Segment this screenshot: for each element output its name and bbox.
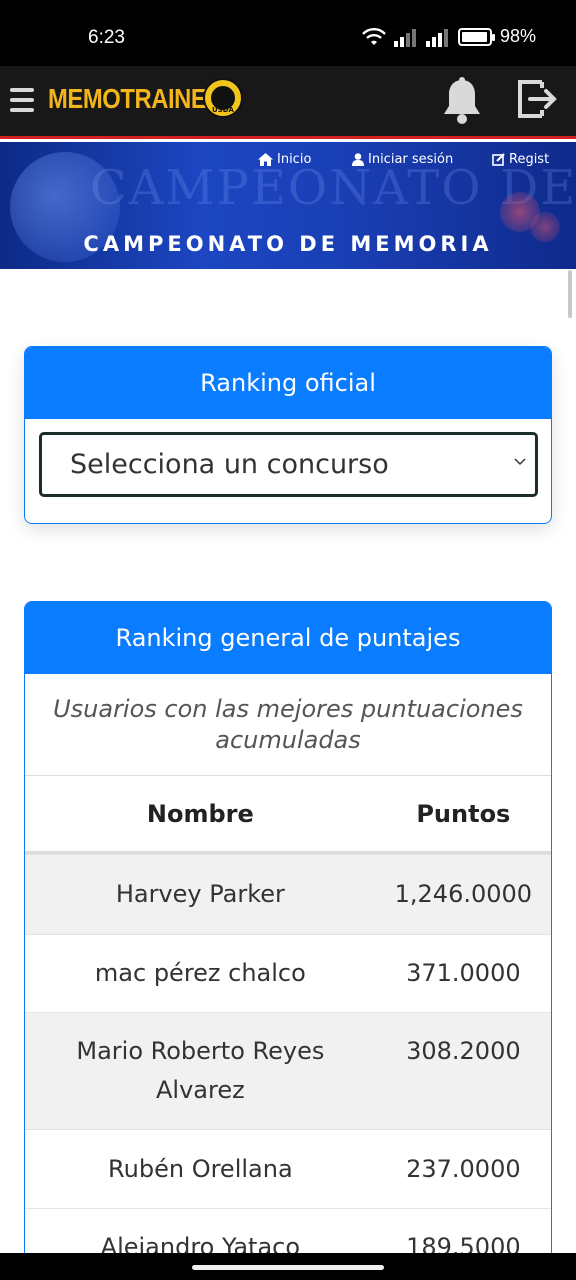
contest-select[interactable]: Selecciona un concurso [39, 432, 538, 497]
column-header-points[interactable]: Puntos [376, 800, 551, 828]
nav-register-label: Regist [509, 152, 550, 167]
nav-home-link[interactable]: Inicio [258, 152, 311, 167]
table-row: mac pérez chalco 371.0000 [25, 934, 551, 1012]
signal-icon [425, 27, 450, 47]
row-points: 1,246.0000 [394, 880, 533, 908]
scrollbar[interactable] [568, 270, 572, 318]
table-row: Mario Roberto Reyes Alvarez 308.2000 [25, 1012, 551, 1129]
row-name: Harvey Parker [115, 880, 285, 908]
row-name: Rubén Orellana [108, 1154, 293, 1183]
ranking-oficial-title: Ranking oficial [25, 347, 551, 419]
nav-login-label: Iniciar sesión [368, 152, 454, 167]
signal-icon [393, 27, 418, 47]
battery-icon [457, 27, 495, 46]
nav-home-label: Inicio [277, 152, 312, 167]
logout-icon[interactable] [514, 76, 560, 122]
gesture-bar [0, 1253, 576, 1280]
status-bar: 6:23 98% [0, 0, 576, 66]
hero-title: CAMPEONATO DE MEMORIA [83, 232, 493, 256]
ranking-table: Nombre Puntos Harvey Parker 1,246.0000 m… [25, 776, 551, 1280]
row-points: 308.2000 [406, 1037, 521, 1065]
table-row: Rubén Orellana 237.0000 [25, 1129, 551, 1208]
home-icon [258, 153, 273, 166]
ranking-oficial-card: Ranking oficial Selecciona un concurso [24, 346, 552, 524]
logo-badge-icon: USDA [203, 78, 243, 118]
status-time: 6:23 [88, 27, 125, 48]
edit-icon [492, 153, 505, 166]
home-gesture-handle[interactable] [192, 1265, 384, 1270]
logo-badge-text: USDA [212, 106, 234, 114]
table-row: Harvey Parker 1,246.0000 [25, 854, 551, 934]
row-name: Mario Roberto Reyes Alvarez [76, 1037, 325, 1104]
ranking-general-title: Ranking general de puntajes [25, 602, 551, 674]
hero-banner: CAMPEONATO DE MEMORIA Inicio Iniciar ses… [0, 142, 576, 269]
nav-register-link[interactable]: Regist [492, 152, 549, 167]
ranking-general-card: Ranking general de puntajes Usuarios con… [24, 601, 552, 1280]
chevron-down-icon [514, 458, 526, 466]
table-header: Nombre Puntos [25, 776, 551, 854]
app-bar: MEMOTRAINER USDA [0, 66, 576, 139]
bell-icon[interactable] [440, 76, 484, 126]
status-icons: 98% [362, 26, 536, 47]
nav-login-link[interactable]: Iniciar sesión [352, 152, 453, 167]
row-name: mac pérez chalco [94, 959, 306, 987]
row-points: 237.0000 [406, 1154, 521, 1183]
menu-icon[interactable] [10, 86, 34, 114]
ranking-general-subtitle: Usuarios con las mejores puntuaciones ac… [25, 674, 551, 776]
row-points: 371.0000 [406, 959, 521, 987]
battery-percent: 98% [499, 26, 536, 46]
contest-select-value: Selecciona un concurso [70, 449, 389, 480]
user-icon [352, 153, 364, 166]
wifi-icon [362, 27, 386, 47]
column-header-name[interactable]: Nombre [25, 800, 376, 828]
logo-text[interactable]: MEMOTRAINER [48, 83, 224, 115]
